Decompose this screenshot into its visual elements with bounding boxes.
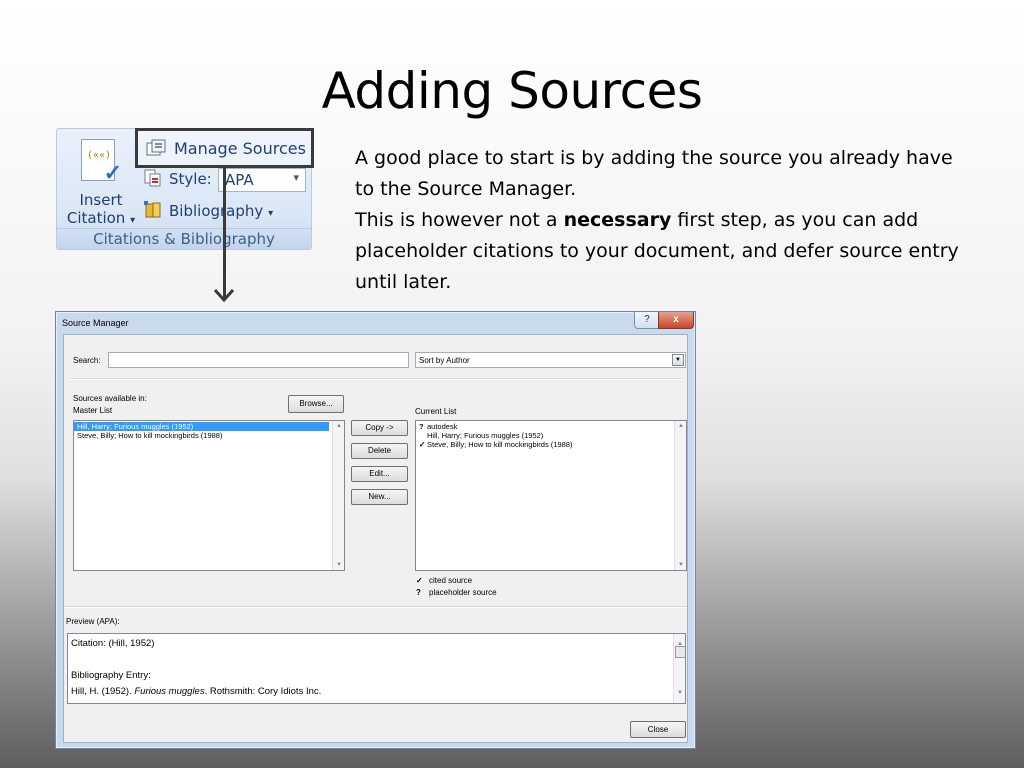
insert-citation-icon: (««) ✓ bbox=[81, 139, 122, 185]
sources-available-label: Sources available in: bbox=[73, 394, 147, 403]
legend-cited: ✓ cited source bbox=[416, 576, 472, 585]
body-text-pre: This is however not a bbox=[355, 209, 564, 231]
connector-arrow-line bbox=[223, 168, 226, 298]
legend-cited-text: cited source bbox=[429, 576, 473, 585]
current-item-text: Hill, Harry; Furious muggles (1952) bbox=[427, 431, 544, 440]
check-mark-icon: ✓ bbox=[419, 440, 426, 449]
scroll-up-icon[interactable]: ▲ bbox=[675, 423, 686, 429]
legend-placeholder-text: placeholder source bbox=[429, 588, 497, 597]
bibliography-icon bbox=[143, 201, 163, 219]
style-select[interactable]: APA ▾ bbox=[218, 168, 306, 192]
sort-dropdown-button[interactable]: ▼ bbox=[672, 354, 684, 366]
sort-select[interactable]: Sort by Author ▼ bbox=[415, 352, 686, 368]
slide-body: A good place to start is by adding the s… bbox=[355, 143, 975, 298]
insert-label-line2: Citation bbox=[66, 209, 126, 227]
style-value: APA bbox=[225, 171, 254, 189]
current-list-scrollbar[interactable]: ▲ ▼ bbox=[674, 421, 686, 570]
dialog-title: Source Manager bbox=[62, 318, 129, 328]
bibliography-button[interactable]: Bibliography ▾ bbox=[143, 201, 273, 220]
insert-label-line1: Insert bbox=[79, 191, 123, 209]
preview-scrollbar[interactable]: ▲ ▼ bbox=[673, 634, 685, 703]
divider bbox=[64, 606, 687, 608]
legend-placeholder: ? placeholder source bbox=[416, 588, 497, 597]
preview-label: Preview (APA): bbox=[66, 617, 120, 626]
close-button[interactable]: Close bbox=[630, 721, 686, 738]
preview-box: Citation: (Hill, 1952) Bibliography Entr… bbox=[67, 633, 686, 704]
preview-bib-entry: Hill, H. (1952). Furious muggles. Rothsm… bbox=[71, 684, 682, 700]
bibliography-label: Bibliography bbox=[169, 202, 264, 220]
scroll-up-icon[interactable]: ▲ bbox=[333, 423, 344, 429]
current-item-text: Steve, Billy; How to kill mockingbirds (… bbox=[427, 440, 573, 449]
chevron-down-icon: ▾ bbox=[268, 208, 274, 219]
sort-value: Sort by Author bbox=[419, 356, 470, 365]
dialog-client: Search: Sort by Author ▼ Sources availab… bbox=[63, 334, 688, 743]
close-icon: x bbox=[673, 314, 679, 325]
bib-title: Furious muggles bbox=[134, 686, 205, 697]
chevron-down-icon: ▾ bbox=[130, 215, 136, 226]
manage-sources-button[interactable]: Manage Sources bbox=[135, 128, 314, 168]
master-list-items: Hill, Harry; Furious muggles (1952) Stev… bbox=[74, 421, 344, 440]
slide-title: Adding Sources bbox=[321, 62, 703, 120]
manage-sources-label: Manage Sources bbox=[174, 139, 306, 158]
divider bbox=[70, 378, 682, 380]
body-paragraph-1: A good place to start is by adding the s… bbox=[355, 147, 953, 200]
current-list-item[interactable]: ✓ Steve, Billy; How to kill mockingbirds … bbox=[416, 440, 686, 449]
edit-button[interactable]: Edit... bbox=[351, 466, 408, 482]
preview-bib-heading: Bibliography Entry: bbox=[71, 670, 151, 681]
current-list-item[interactable]: ? autodesk bbox=[416, 422, 686, 431]
preview-blank bbox=[71, 652, 682, 668]
current-list[interactable]: ? autodesk Hill, Harry; Furious muggles (… bbox=[415, 420, 687, 571]
placeholder-mark-icon: ? bbox=[419, 422, 424, 431]
browse-button[interactable]: Browse... bbox=[288, 395, 344, 413]
insert-citation-label: Insert Citation ▾ bbox=[63, 191, 139, 230]
current-item-text: autodesk bbox=[427, 422, 458, 431]
master-list-scrollbar[interactable]: ▲ ▼ bbox=[332, 421, 344, 570]
title-close-button[interactable]: x bbox=[658, 312, 694, 329]
chevron-down-icon: ▾ bbox=[293, 171, 299, 184]
source-manager-dialog: Source Manager ? x Search: Sort by Autho… bbox=[55, 311, 696, 749]
scroll-down-icon[interactable]: ▼ bbox=[675, 562, 686, 568]
search-input[interactable] bbox=[108, 352, 409, 368]
current-list-item[interactable]: Hill, Harry; Furious muggles (1952) bbox=[416, 431, 686, 440]
help-icon: ? bbox=[644, 314, 650, 325]
new-button[interactable]: New... bbox=[351, 489, 408, 505]
body-text-bold: necessary bbox=[563, 209, 672, 231]
manage-sources-icon bbox=[146, 139, 168, 157]
bib-post: . Rothsmith: Cory Idiots Inc. bbox=[204, 686, 322, 697]
arrow-down-icon bbox=[213, 288, 235, 303]
copy-button[interactable]: Copy -> bbox=[351, 420, 408, 436]
master-list-label: Master List bbox=[73, 406, 113, 415]
style-icon bbox=[143, 169, 163, 187]
body-paragraph-2: This is however not a necessary first st… bbox=[355, 205, 975, 298]
style-row: Style: bbox=[143, 169, 212, 188]
dialog-titlebar: Source Manager ? x bbox=[56, 312, 695, 334]
delete-button[interactable]: Delete bbox=[351, 443, 408, 459]
help-button[interactable]: ? bbox=[634, 312, 660, 329]
current-list-label: Current List bbox=[415, 407, 457, 416]
scroll-thumb[interactable] bbox=[675, 646, 685, 658]
chevron-down-icon: ▼ bbox=[675, 357, 681, 363]
scroll-down-icon[interactable]: ▼ bbox=[333, 562, 344, 568]
search-label: Search: bbox=[73, 356, 101, 365]
placeholder-mark-icon: ? bbox=[416, 588, 421, 597]
insert-citation-button[interactable]: (««) ✓ Insert Citation ▾ bbox=[63, 133, 135, 229]
group-label: Citations & Bibliography bbox=[57, 228, 311, 249]
scroll-down-icon[interactable]: ▼ bbox=[674, 685, 685, 701]
style-label: Style: bbox=[169, 170, 212, 188]
check-mark-icon: ✓ bbox=[416, 576, 423, 585]
preview-citation: Citation: (Hill, 1952) bbox=[71, 638, 155, 649]
master-list[interactable]: Hill, Harry; Furious muggles (1952) Stev… bbox=[73, 420, 345, 571]
master-list-item[interactable]: Hill, Harry; Furious muggles (1952) bbox=[74, 422, 329, 431]
bib-pre: Hill, H. (1952). bbox=[71, 686, 135, 697]
master-list-item[interactable]: Steve, Billy; How to kill mockingbirds (… bbox=[74, 431, 344, 440]
current-list-items: ? autodesk Hill, Harry; Furious muggles (… bbox=[416, 421, 686, 449]
